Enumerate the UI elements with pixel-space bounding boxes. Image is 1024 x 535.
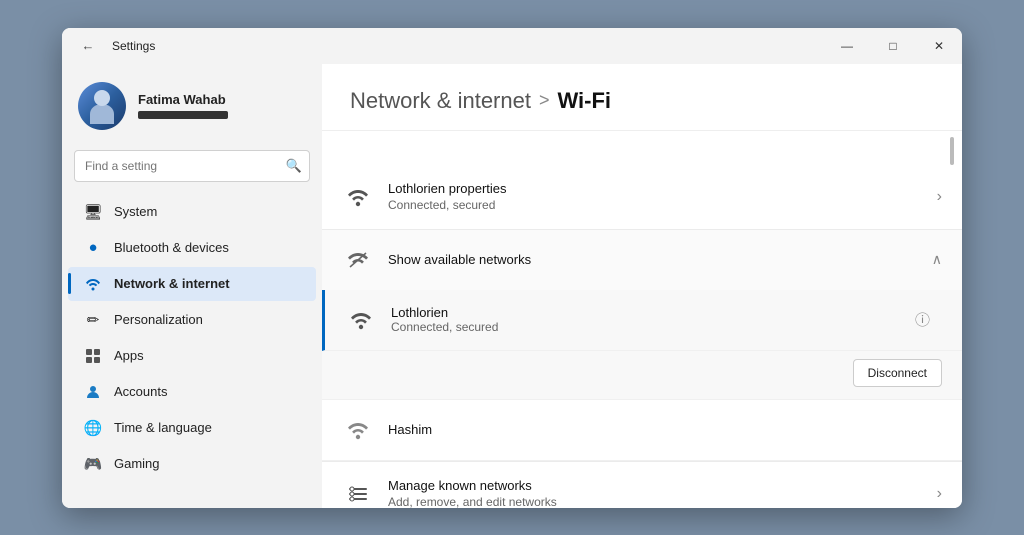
close-button[interactable]: ✕ [916,28,962,64]
time-icon: 🌐 [84,419,102,437]
connected-network-status: Connected, secured [391,320,901,334]
breadcrumb-current: Wi-Fi [557,88,611,114]
gaming-icon: 🎮 [84,455,102,473]
disconnect-row: Disconnect [322,351,962,400]
titlebar: ← Settings — □ ✕ [62,28,962,64]
manage-known-chevron: › [937,485,942,503]
titlebar-left: ← Settings [74,32,155,60]
sidebar-item-system[interactable]: 🖥 System [68,195,316,229]
lothlorien-properties-subtitle: Connected, secured [388,198,923,212]
search-box: 🔍 [74,150,310,182]
disconnect-button[interactable]: Disconnect [853,359,942,387]
user-name: Fatima Wahab [138,92,228,107]
hashim-wifi-icon [342,414,374,446]
sidebar-item-gaming[interactable]: 🎮 Gaming [68,447,316,481]
sidebar-item-network-label: Network & internet [114,276,230,291]
sidebar-item-bluetooth-label: Bluetooth & devices [114,240,229,255]
breadcrumb-parent: Network & internet [350,88,531,114]
scroll-indicator [950,137,954,165]
sidebar-item-network[interactable]: Network & internet [68,267,316,301]
manage-known-text: Manage known networks Add, remove, and e… [388,478,923,508]
page-header: Network & internet > Wi-Fi [322,64,962,131]
connected-network-item: Lothlorien Connected, secured ⓘ [322,290,962,351]
minimize-button[interactable]: — [824,28,870,64]
sidebar-item-apps[interactable]: Apps [68,339,316,373]
show-networks-chevron: ∧ [932,251,942,268]
sidebar-item-time-label: Time & language [114,420,212,435]
titlebar-controls: — □ ✕ [824,28,962,64]
system-icon: 🖥 [84,203,102,221]
maximize-button[interactable]: □ [870,28,916,64]
sidebar-item-accounts[interactable]: Accounts [68,375,316,409]
show-networks-section: Show available networks ∧ [322,230,962,462]
apps-icon [84,347,102,365]
sidebar-item-time[interactable]: 🌐 Time & language [68,411,316,445]
hashim-network-name: Hashim [388,422,942,437]
breadcrumb-separator: > [539,90,550,111]
connected-wifi-icon [345,304,377,336]
sidebar-item-personalization[interactable]: ✏ Personalization [68,303,316,337]
bluetooth-icon: ● [84,239,102,257]
search-input[interactable] [74,150,310,182]
manage-known-item[interactable]: Manage known networks Add, remove, and e… [322,462,962,508]
search-icon: 🔍 [286,158,302,174]
user-info: Fatima Wahab [138,92,228,119]
connected-network-text: Lothlorien Connected, secured [391,305,901,334]
manage-known-subtitle: Add, remove, and edit networks [388,495,923,508]
network-info-icon[interactable]: ⓘ [915,309,930,330]
sidebar-item-system-label: System [114,204,157,219]
lothlorien-properties-section: Lothlorien properties Connected, secured… [322,165,962,230]
show-networks-header[interactable]: Show available networks ∧ [322,230,962,290]
lothlorien-properties-title: Lothlorien properties [388,181,923,196]
lothlorien-properties-chevron: › [937,188,942,206]
accounts-icon [84,383,102,401]
user-email-bar [138,111,228,119]
personalization-icon: ✏ [84,311,102,329]
lothlorien-properties-item[interactable]: Lothlorien properties Connected, secured… [322,165,962,229]
hashim-network-text: Hashim [388,422,942,437]
sidebar-item-accounts-label: Accounts [114,384,167,399]
breadcrumb: Network & internet > Wi-Fi [350,88,934,114]
lothlorien-properties-text: Lothlorien properties Connected, secured [388,181,923,212]
user-profile[interactable]: Fatima Wahab [62,72,322,146]
sidebar-item-apps-label: Apps [114,348,144,363]
manage-known-title: Manage known networks [388,478,923,493]
network-icon [84,275,102,293]
sidebar-item-gaming-label: Gaming [114,456,160,471]
main-content-area: Network & internet > Wi-Fi [322,64,962,508]
wifi-properties-icon [342,181,374,213]
manage-known-section: Manage known networks Add, remove, and e… [322,462,962,508]
avatar [78,82,126,130]
window-title: Settings [112,39,155,53]
content-area: Fatima Wahab 🔍 🖥 System ● Bluetooth & de… [62,64,962,508]
sidebar-item-bluetooth[interactable]: ● Bluetooth & devices [68,231,316,265]
show-networks-label: Show available networks [388,252,531,267]
hashim-network-item[interactable]: Hashim [322,400,962,461]
settings-window: ← Settings — □ ✕ Fatima Wahab 🔍 [62,28,962,508]
connected-network-name: Lothlorien [391,305,901,320]
network-list: Lothlorien Connected, secured ⓘ Disconne… [322,290,962,461]
manage-networks-icon [342,478,374,508]
back-button[interactable]: ← [74,32,102,60]
sidebar-item-personalization-label: Personalization [114,312,203,327]
sidebar: Fatima Wahab 🔍 🖥 System ● Bluetooth & de… [62,64,322,508]
show-networks-icon [342,244,374,276]
